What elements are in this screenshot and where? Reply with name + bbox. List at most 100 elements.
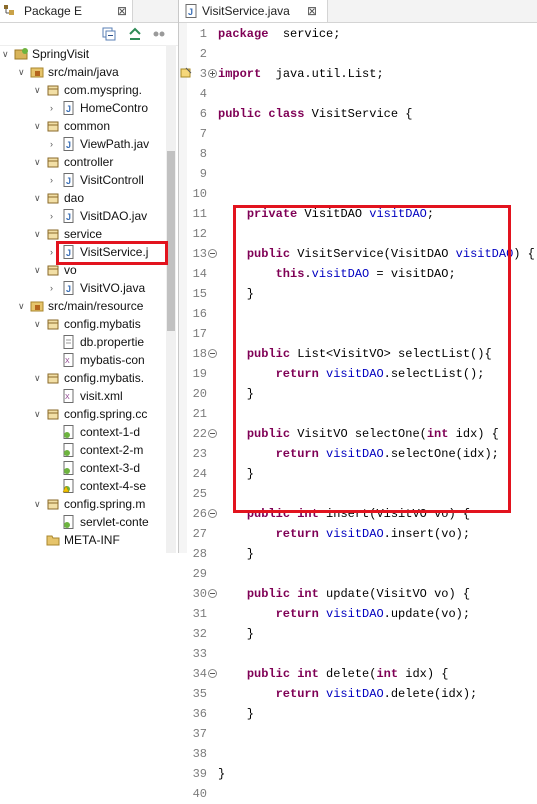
tree-item[interactable]: context-2-m (0, 441, 178, 459)
expand-down-icon[interactable]: ∨ (34, 405, 43, 423)
expand-down-icon[interactable]: ∨ (2, 45, 11, 63)
code-line[interactable]: 1 package service; (179, 24, 537, 44)
tab-visitservice-java[interactable]: J VisitService.java ⊠ (179, 0, 328, 22)
keyword-token: int (376, 667, 399, 681)
tree-item[interactable]: Xmybatis-con (0, 351, 178, 369)
fold-collapse-icon[interactable] (208, 509, 217, 518)
tree-item[interactable]: servlet-conte (0, 513, 178, 531)
line-number: 29 (192, 567, 207, 581)
view-menu-icon[interactable] (152, 27, 166, 41)
tree-item[interactable]: ∨ src/main/resource (0, 297, 178, 315)
code-line[interactable]: 29 (179, 564, 537, 584)
spring-xml-icon (63, 425, 74, 439)
tree-item[interactable]: ∨ src/main/java (0, 63, 178, 81)
code-line[interactable]: 37 (179, 724, 537, 744)
tree-item[interactable]: ∨ config.mybatis (0, 315, 178, 333)
expand-right-icon[interactable]: › (50, 99, 59, 117)
close-icon[interactable]: ⊠ (117, 0, 127, 22)
tree-item[interactable]: ∨ common (0, 117, 178, 135)
tree-item[interactable]: db.propertie (0, 333, 178, 351)
tree-item[interactable]: ∨ SpringVisit (0, 45, 178, 63)
line-number: 18 (192, 347, 207, 361)
expand-down-icon[interactable]: ∨ (34, 261, 43, 279)
code-line[interactable]: 39} (179, 764, 537, 784)
code-line[interactable]: 38 (179, 744, 537, 764)
field-token: visitDAO (326, 687, 384, 701)
code-line[interactable]: 6 public class VisitService { (179, 104, 537, 124)
code-token: delete( (318, 667, 377, 681)
code-line[interactable]: 7 (179, 124, 537, 144)
fold-collapse-icon[interactable] (208, 349, 217, 358)
code-line[interactable]: 36 } (179, 704, 537, 724)
expand-down-icon[interactable]: ∨ (34, 81, 43, 99)
tree-item[interactable]: ∨ config.spring.cc (0, 405, 178, 423)
tree-item[interactable]: › J HomeContro (0, 99, 178, 117)
code-line[interactable]: 30 public int update(VisitVO vo) { (179, 584, 537, 604)
tree-item[interactable]: context-4-se (0, 477, 178, 495)
link-with-editor-icon[interactable] (128, 27, 142, 41)
expand-down-icon[interactable]: ∨ (18, 297, 27, 315)
code-token: VisitService { (304, 107, 413, 121)
expand-right-icon[interactable]: › (50, 135, 59, 153)
expand-right-icon[interactable]: › (50, 207, 59, 225)
tree-item[interactable]: › J VisitVO.java (0, 279, 178, 297)
code-line[interactable]: 9 (179, 164, 537, 184)
code-line[interactable]: 4 (179, 84, 537, 104)
fold-collapse-icon[interactable] (208, 249, 217, 258)
expand-down-icon[interactable]: ∨ (18, 63, 27, 81)
keyword-token: public (246, 587, 291, 601)
tree-item[interactable]: Xvisit.xml (0, 387, 178, 405)
code-text: return visitDAO.delete(idx); (218, 684, 478, 704)
code-line[interactable]: 2 (179, 44, 537, 64)
keyword-token: import (218, 67, 262, 81)
fold-collapse-icon[interactable] (208, 589, 217, 598)
tree-item[interactable]: META-INF (0, 531, 178, 549)
expand-down-icon[interactable]: ∨ (34, 189, 43, 207)
fold-collapse-icon[interactable] (208, 429, 217, 438)
code-line[interactable]: 32 } (179, 624, 537, 644)
tab-package-explorer[interactable]: Package E ⊠ (0, 0, 133, 22)
tree-item[interactable]: › J ViewPath.jav (0, 135, 178, 153)
tree-item-label: context-1-d (80, 425, 141, 439)
expand-down-icon[interactable]: ∨ (34, 117, 43, 135)
code-line[interactable]: 33 (179, 644, 537, 664)
fold-collapse-icon[interactable] (208, 669, 217, 678)
tree-item[interactable]: › J VisitControll (0, 171, 178, 189)
expand-right-icon[interactable]: › (50, 171, 59, 189)
tree-item[interactable]: context-3-d (0, 459, 178, 477)
expand-down-icon[interactable]: ∨ (34, 495, 43, 513)
tree-item[interactable]: ∨ dao (0, 189, 178, 207)
code-line[interactable]: 28 } (179, 544, 537, 564)
fold-expand-icon[interactable] (208, 69, 217, 78)
tree-item[interactable]: ∨ config.spring.m (0, 495, 178, 513)
code-line[interactable]: 34 public int delete(int idx) { (179, 664, 537, 684)
package-icon (47, 409, 59, 420)
close-icon[interactable]: ⊠ (307, 0, 317, 22)
code-line[interactable]: 8 (179, 144, 537, 164)
scrollbar-thumb[interactable] (167, 151, 175, 331)
code-line[interactable]: 3 import java.util.List; (179, 64, 537, 84)
keyword-token: class (268, 107, 305, 121)
tree-item[interactable]: ∨ config.mybatis. (0, 369, 178, 387)
tree-item[interactable]: › J VisitDAO.jav (0, 207, 178, 225)
line-number: 36 (192, 707, 207, 721)
expand-down-icon[interactable]: ∨ (34, 315, 43, 333)
tree-item[interactable]: context-1-d (0, 423, 178, 441)
line-number: 40 (192, 787, 207, 801)
tree-item[interactable]: ∨ com.myspring. (0, 81, 178, 99)
expand-down-icon[interactable]: ∨ (34, 225, 43, 243)
code-line[interactable]: 27 return visitDAO.insert(vo); (179, 524, 537, 544)
tree-item-label: context-4-se (80, 479, 147, 493)
code-line[interactable]: 10 (179, 184, 537, 204)
tree-item[interactable]: ∨ controller (0, 153, 178, 171)
collapse-all-icon[interactable] (102, 27, 116, 41)
code-line[interactable]: 35 return visitDAO.delete(idx); (179, 684, 537, 704)
expand-down-icon[interactable]: ∨ (34, 153, 43, 171)
expand-down-icon[interactable]: ∨ (34, 369, 43, 387)
vertical-scrollbar[interactable] (166, 45, 176, 553)
expand-right-icon[interactable]: › (50, 279, 59, 297)
line-number: 9 (199, 167, 207, 181)
code-line[interactable]: 40 (179, 784, 537, 804)
code-line[interactable]: 31 return visitDAO.update(vo); (179, 604, 537, 624)
